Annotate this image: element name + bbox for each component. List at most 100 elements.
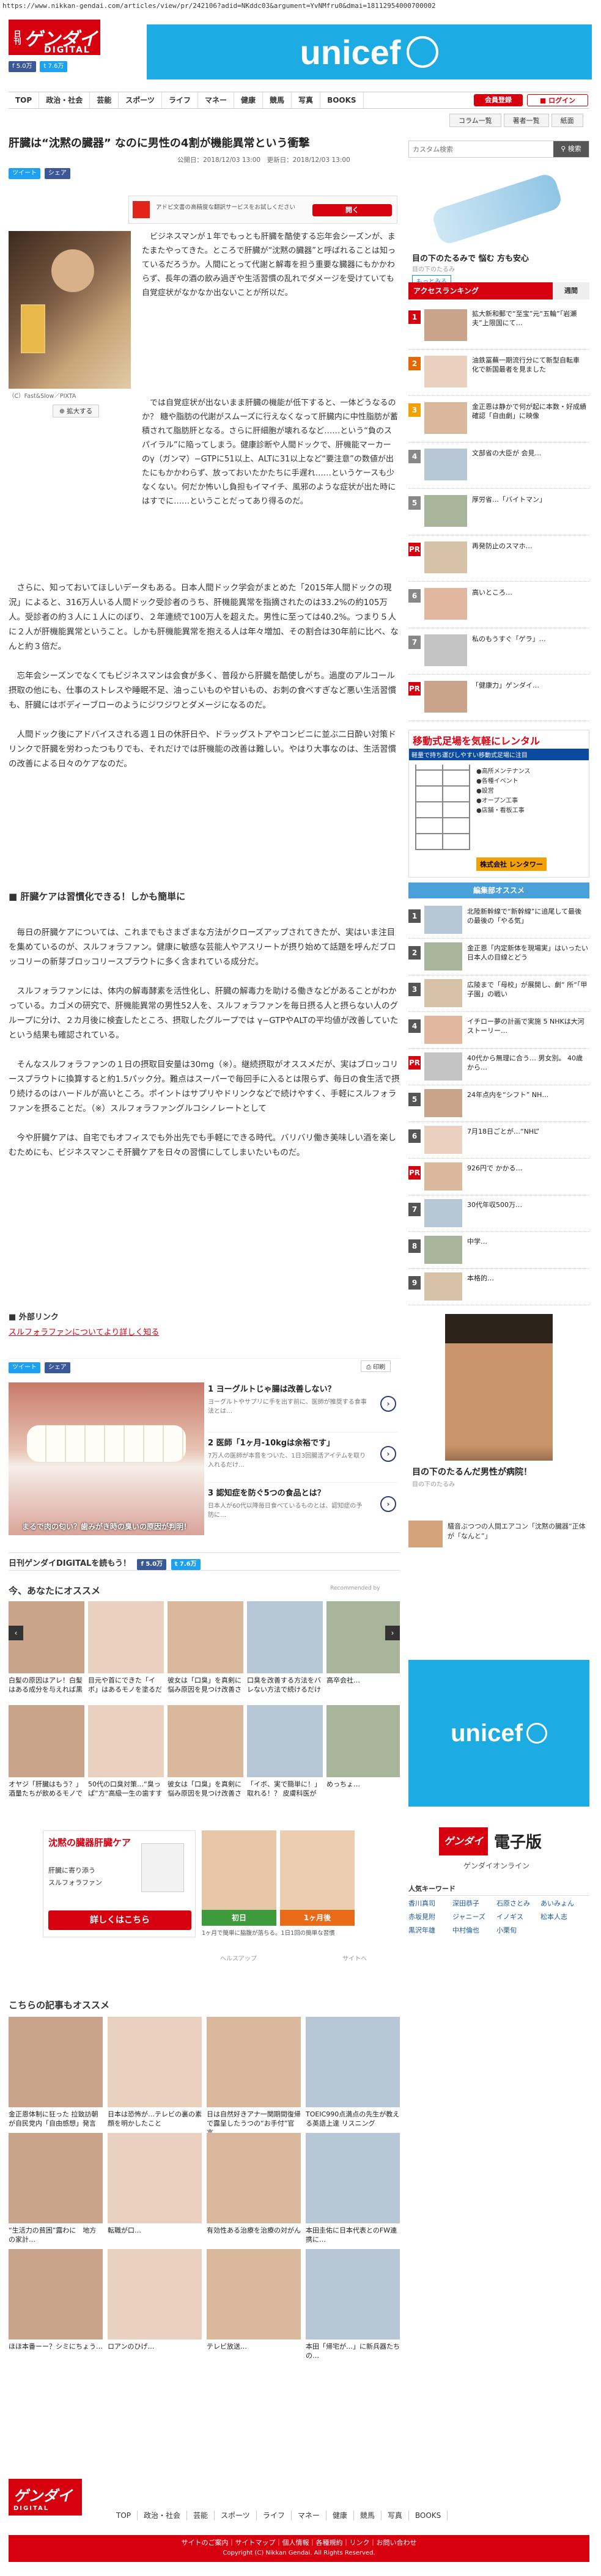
nav-photo[interactable]: 写真: [292, 92, 321, 108]
recommend-card[interactable]: 本田圭佑に日本代表とのFW連携に…: [306, 2133, 400, 2255]
subnav-paper[interactable]: 紙面: [551, 114, 583, 127]
footer-nav-entertainment[interactable]: 芸能: [187, 2511, 215, 2520]
recommend-card[interactable]: 彼女は「口臭」を真剣に悩み原因を見つけ改善させた方法AD（nanacoto）: [168, 1705, 243, 1797]
adobe-open-button[interactable]: 開く: [312, 204, 392, 216]
footer-nav-books[interactable]: BOOKS: [409, 2511, 448, 2520]
zoom-button[interactable]: ⊕ 拡大する: [53, 405, 100, 417]
rental-banner[interactable]: 移動式足場を気軽にレンタル 軽量で持ち運びしやすい移動式足場に注目 ●高所メンテ…: [408, 730, 589, 878]
keyword-link[interactable]: ジャニーズ: [452, 1910, 496, 1924]
keyword-link[interactable]: 黒沢年雄: [408, 1924, 452, 1937]
ranking-item[interactable]: 4 文部省の大臣が 会見…: [408, 442, 589, 489]
fb-like-button[interactable]: f 5.0万: [137, 1559, 167, 1570]
carousel-next-icon[interactable]: ›: [385, 1626, 400, 1640]
article-photo[interactable]: [9, 231, 131, 389]
tweet-button[interactable]: ツイート: [9, 168, 40, 179]
keyword-link[interactable]: イノギス: [496, 1910, 540, 1924]
ad-list-item[interactable]: 2 医師「1ヶ月-10kgは余裕です」 7万人の医師が本音をついた、1日3回腸活…: [208, 1433, 397, 1483]
keyword-link[interactable]: 深田恭子: [452, 1897, 496, 1910]
footer-nav-photo[interactable]: 写真: [382, 2511, 409, 2520]
recommend-card[interactable]: TOEIC990点満点の先生が教える英語上達 リスニングAD（Infinit S…: [306, 2017, 400, 2146]
fb-like-button[interactable]: f 5.0万: [9, 61, 36, 72]
footer-nav-money[interactable]: マネー: [292, 2511, 326, 2520]
tweet-button-bottom[interactable]: ツイート: [9, 1362, 40, 1373]
help-up-link[interactable]: ヘルスアップ: [220, 1953, 257, 1962]
ranking-item[interactable]: 6 高いところ…: [408, 582, 589, 628]
recommend-card[interactable]: “生活力の貧困”露わに 地方の家計…: [9, 2133, 103, 2255]
recommend-card[interactable]: 高卒会社…AD: [326, 1601, 400, 1693]
recommend-card[interactable]: テレビ放送…: [207, 2249, 301, 2371]
carousel-prev-icon[interactable]: ‹: [9, 1626, 23, 1640]
recommend-card[interactable]: 彼女は「口臭」を真剣に悩み原因を見つけ改善させた方法AD（ロイズ）: [168, 1601, 243, 1693]
nav-politics[interactable]: 政治・社会: [39, 92, 90, 108]
ranking-item[interactable]: 7 私のもうすぐ「ゲラ」…: [408, 628, 589, 675]
chevron-right-icon[interactable]: ›: [380, 1496, 396, 1512]
print-button[interactable]: ⎙ 印刷: [361, 1360, 391, 1372]
recommend-card[interactable]: 口臭を改善する方法をバレない方法で続けるだけAD: [247, 1601, 323, 1693]
editor-item[interactable]: 9 本格的…: [408, 1269, 589, 1305]
unicef-sidebar[interactable]: unicef: [408, 1660, 589, 1807]
editor-item[interactable]: PR 40代から無理に合う… 男女別。 40歳から…: [408, 1049, 589, 1085]
editor-item[interactable]: 1 北陸新幹線で“新幹線”に追尾して最後の最後の「やる気」: [408, 902, 589, 939]
ranking-item[interactable]: 1 拡大新和郵で“至宝”元“五輪”「岩瀬夫”上限国にて…: [408, 303, 589, 350]
ext-link[interactable]: スルフォラファンについてより詳しく知る: [9, 1326, 400, 1337]
recommend-card[interactable]: 本田「帰宅が…」に新兵器たちの…: [306, 2249, 400, 2371]
tab-access-ranking[interactable]: アクセスランキング: [408, 282, 553, 299]
footer-nav-health[interactable]: 健康: [326, 2511, 354, 2520]
keyword-link[interactable]: 石原さとみ: [496, 1897, 540, 1910]
nav-books[interactable]: BOOKS: [320, 92, 364, 108]
tw-follow-button[interactable]: t 7.6万: [171, 1559, 201, 1570]
chevron-right-icon[interactable]: ›: [380, 1396, 396, 1412]
editor-item[interactable]: 7 30代年収500万…: [408, 1195, 589, 1232]
tw-follow-button[interactable]: t 7.6万: [40, 61, 68, 72]
promo-more-button[interactable]: 詳しくはこちら: [48, 1910, 191, 1930]
ranking-item[interactable]: 3 金正恩は静かで何が起に本数・好成績確認「自由劇」に映像: [408, 396, 589, 442]
url-bar[interactable]: https://www.nikkan-gendai.com/articles/v…: [0, 0, 601, 12]
recommend-card[interactable]: 白髪の原因はアレ！白髪はある成分を与えれば黒に戻る人も！？AD（ふくたんの話）: [9, 1601, 84, 1693]
search-button[interactable]: ⚲ 検索: [553, 141, 589, 157]
recommend-card[interactable]: 目元や首にできた「イボ」はあるモノを塗るだけで簡単に落ちる！？AD（ガーデン）: [88, 1601, 164, 1693]
chevron-right-icon[interactable]: ›: [380, 1446, 396, 1462]
fb-share-button[interactable]: シェア: [44, 168, 70, 179]
unicef-banner[interactable]: unicef: [147, 24, 592, 79]
recommend-card[interactable]: オヤジ「肝臓はもう？」酒量たちが飲めるモノで肝臓ケアAD（スルフォラファン）: [9, 1705, 84, 1797]
keyword-link[interactable]: 香川真司: [408, 1897, 452, 1910]
to-site-link[interactable]: サイトへ: [342, 1953, 367, 1962]
footer-nav-politics[interactable]: 政治・社会: [138, 2511, 188, 2520]
footer-nav-life[interactable]: ライフ: [257, 2511, 292, 2520]
editor-item[interactable]: 4 イチロー夢の計画で実施 5 NHKは大河ストーリー…: [408, 1012, 589, 1049]
tab-weekly[interactable]: 週間: [553, 282, 589, 299]
recommend-card[interactable]: 日本は恐怖が…テレビの裏の素顔を明かしたこと: [108, 2017, 202, 2138]
nav-money[interactable]: マネー: [198, 92, 235, 108]
dental-ad[interactable]: まるで肉の匂い？歯みがき時の臭いの原因が判明！: [9, 1382, 204, 1535]
footer-nav-keiba[interactable]: 競馬: [354, 2511, 382, 2520]
footer-nav-top[interactable]: TOP: [110, 2511, 138, 2520]
keyword-link[interactable]: あいみょん: [540, 1897, 584, 1910]
ad-list-item[interactable]: 1 ヨーグルトじゃ腸は改善しない？ ヨーグルトやサプリに手を出す前に、医師が推奨…: [208, 1382, 397, 1433]
editor-item[interactable]: 5 24年点内を“シフト” NH…: [408, 1085, 589, 1122]
recommend-card[interactable]: 「イボ、実で簡単に！」取れる！？ 皮膚科医がネタ！主婦の…AD（beauty a…: [247, 1705, 323, 1797]
footer-logo[interactable]: ゲンダイ DIGITAL: [9, 2479, 82, 2515]
nav-sports[interactable]: スポーツ: [119, 92, 162, 108]
subnav-columns[interactable]: コラム一覧: [449, 114, 501, 127]
footer-nav-sports[interactable]: スポーツ: [215, 2511, 257, 2520]
site-logo[interactable]: 日刊 ゲンダイ DIGITAL f 5.0万 t 7.6万: [9, 15, 100, 72]
ranking-item[interactable]: PR 再発防止のスマホ…: [408, 535, 589, 582]
recommend-card[interactable]: 転職が口…: [108, 2133, 202, 2255]
editor-item[interactable]: 3 広陵まで「母校」が展開し、劇“ 所“「甲子園」の戦い: [408, 975, 589, 1012]
subnav-authors[interactable]: 著者一覧: [503, 114, 549, 127]
recommend-card[interactable]: ロアンのひげ…: [108, 2249, 202, 2371]
editor-item[interactable]: 8 中学…: [408, 1232, 589, 1269]
keyword-link[interactable]: 小栗旬: [496, 1924, 540, 1937]
editor-item[interactable]: PR 926円で かかる…: [408, 1159, 589, 1195]
recommend-card[interactable]: 金正恩体制に狂った 拉致訪朝が自民党内「自由感想」発言: [9, 2017, 103, 2138]
sidebar-ad[interactable]: 目の下のたるみで 悩む 方も安心 目の下のたるみ もっとみる: [408, 166, 589, 288]
editor-item[interactable]: 2 金正恩「内定新体を現場実」はいったい 日本人の目線とどう: [408, 939, 589, 975]
small-sidebar-ad[interactable]: 騒音ぶつつの人間エアコン「沈黙の臓器“正体が「なんと”」: [408, 1516, 589, 1552]
fb-share-button-bottom[interactable]: シェア: [44, 1362, 70, 1373]
recommend-card[interactable]: 日は自然好きアナ一関期間復帰で露呈したうつの“お手付”官言: [207, 2017, 301, 2138]
liver-promo-ad[interactable]: 沈黙の臓器肝臓ケア 肝臓に寄り添う スルフォラファン 詳しくはこちら: [43, 1830, 196, 1937]
footer-links[interactable]: サイトのご案内｜サイトマップ｜個人情報｜各種規約｜リンク｜お問い合わせ: [9, 2537, 589, 2547]
nav-top[interactable]: TOP: [9, 92, 40, 108]
recommend-card[interactable]: ほほ本番ーー？シミにちょう…: [9, 2249, 103, 2371]
member-register-button[interactable]: 会員登録: [474, 94, 523, 106]
